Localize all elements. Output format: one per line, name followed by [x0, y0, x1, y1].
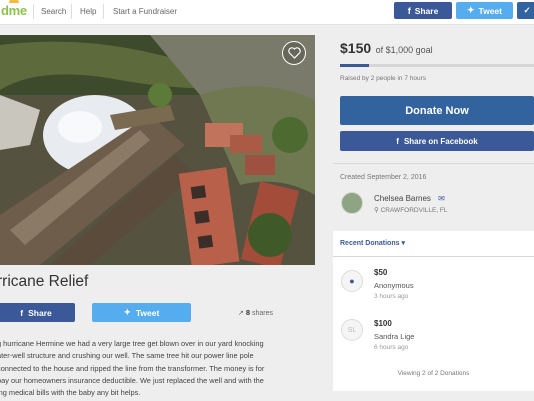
- organizer-location-text: CRAWFORDVILLE, FL: [380, 207, 448, 214]
- progress-fill: [340, 64, 370, 67]
- nav-divider: [103, 4, 104, 19]
- goal-text: of $1,000 goal: [375, 45, 433, 55]
- campaign-photo: [0, 35, 315, 265]
- recent-donations-label: Recent Donations: [340, 240, 400, 247]
- header-check-button[interactable]: ✓: [517, 2, 534, 19]
- header-share-button[interactable]: f Share: [394, 2, 452, 19]
- share-label: Share: [28, 307, 52, 318]
- tweet-label: Tweet: [135, 307, 160, 318]
- donation-time: 6 hours ago: [374, 344, 409, 351]
- user-icon: ●: [349, 276, 355, 286]
- header-share-label: Share: [414, 5, 439, 16]
- nav-search-link[interactable]: Search: [41, 7, 66, 16]
- recent-donations-toggle[interactable]: Recent Donations ▾: [340, 239, 405, 247]
- nav-divider: [71, 4, 72, 19]
- sun-icon: [9, 0, 19, 3]
- share-count-label: shares: [251, 310, 273, 317]
- chevron-down-icon: ▾: [401, 240, 405, 247]
- nav-divider: [33, 4, 34, 19]
- donations-panel: [333, 231, 534, 391]
- organizer-avatar[interactable]: [341, 192, 363, 214]
- story-line: ing medical bills with the baby any bit …: [0, 388, 141, 398]
- facebook-icon: f: [396, 136, 399, 146]
- divider: [333, 163, 534, 164]
- created-date: Created September 2, 2016: [340, 174, 427, 181]
- organizer-name-text: Chelsea Barnes: [374, 194, 431, 203]
- progress-bar: [340, 64, 534, 67]
- story-line: g hurricane Hermine we had a very large …: [0, 339, 264, 348]
- heart-outline-icon: [287, 47, 301, 59]
- logo-text: dme: [1, 3, 27, 18]
- nav-start-fundraiser-link[interactable]: Start a Fundraiser: [113, 7, 177, 16]
- twitter-icon: ✦: [466, 5, 475, 15]
- donation-amount: $50: [374, 268, 388, 277]
- share-button[interactable]: f Share: [0, 303, 75, 322]
- organizer-location: ⚲ CRAWFORDVILLE, FL: [374, 206, 448, 214]
- campaign-title: rricane Relief: [0, 273, 89, 290]
- campaign-story: g hurricane Hermine we had a very large …: [0, 338, 319, 399]
- facebook-icon: f: [20, 307, 24, 318]
- header-tweet-button[interactable]: ✦ Tweet: [456, 2, 513, 19]
- trending-arrow-icon: ↗: [238, 310, 244, 317]
- twitter-icon: ✦: [123, 307, 131, 317]
- facebook-icon: f: [407, 5, 411, 16]
- raised-by-text: Raised by 2 people in 7 hours: [340, 75, 427, 82]
- donate-now-button[interactable]: Donate Now: [340, 96, 534, 125]
- gofundme-logo[interactable]: dme: [1, 0, 27, 18]
- story-line: pay our homeowners insurance deductible.…: [0, 375, 264, 385]
- amount-raised: $150: [340, 40, 372, 56]
- story-line: connected to the house and ripped the li…: [0, 363, 265, 373]
- donations-count[interactable]: Viewing 2 of 2 Donations: [333, 370, 534, 377]
- map-pin-icon: ⚲: [374, 207, 379, 214]
- share-on-facebook-label: Share on Facebook: [403, 136, 478, 146]
- storm-damage-image: [0, 35, 315, 265]
- nav-help-link[interactable]: Help: [80, 7, 96, 16]
- top-navbar: dme Search Help Start a Fundraiser f Sha…: [0, 0, 534, 25]
- envelope-icon[interactable]: ✉: [438, 194, 445, 203]
- check-icon: ✓: [523, 5, 531, 15]
- share-count: ↗ 8 shares: [238, 308, 273, 317]
- share-on-facebook-button[interactable]: f Share on Facebook: [340, 131, 534, 151]
- share-count-number: 8: [245, 308, 250, 317]
- divider: [333, 256, 534, 257]
- donor-avatar: ●: [341, 270, 363, 292]
- heart-icon[interactable]: [282, 41, 306, 65]
- donor-name: Anonymous: [374, 281, 414, 290]
- donation-amount: $100: [374, 319, 392, 328]
- header-tweet-label: Tweet: [478, 5, 502, 16]
- initials-icon: SL: [347, 326, 357, 334]
- donor-name: Sandra Lige: [374, 332, 415, 341]
- tweet-button[interactable]: ✦ Tweet: [92, 303, 191, 322]
- goal-summary: $150 of $1,000 goal: [340, 40, 433, 58]
- donation-time: 3 hours ago: [374, 293, 409, 300]
- donor-avatar: SL: [341, 319, 363, 341]
- story-line: ater-well structure and crushing our wel…: [0, 351, 254, 361]
- organizer-name[interactable]: Chelsea Barnes ✉: [374, 194, 445, 203]
